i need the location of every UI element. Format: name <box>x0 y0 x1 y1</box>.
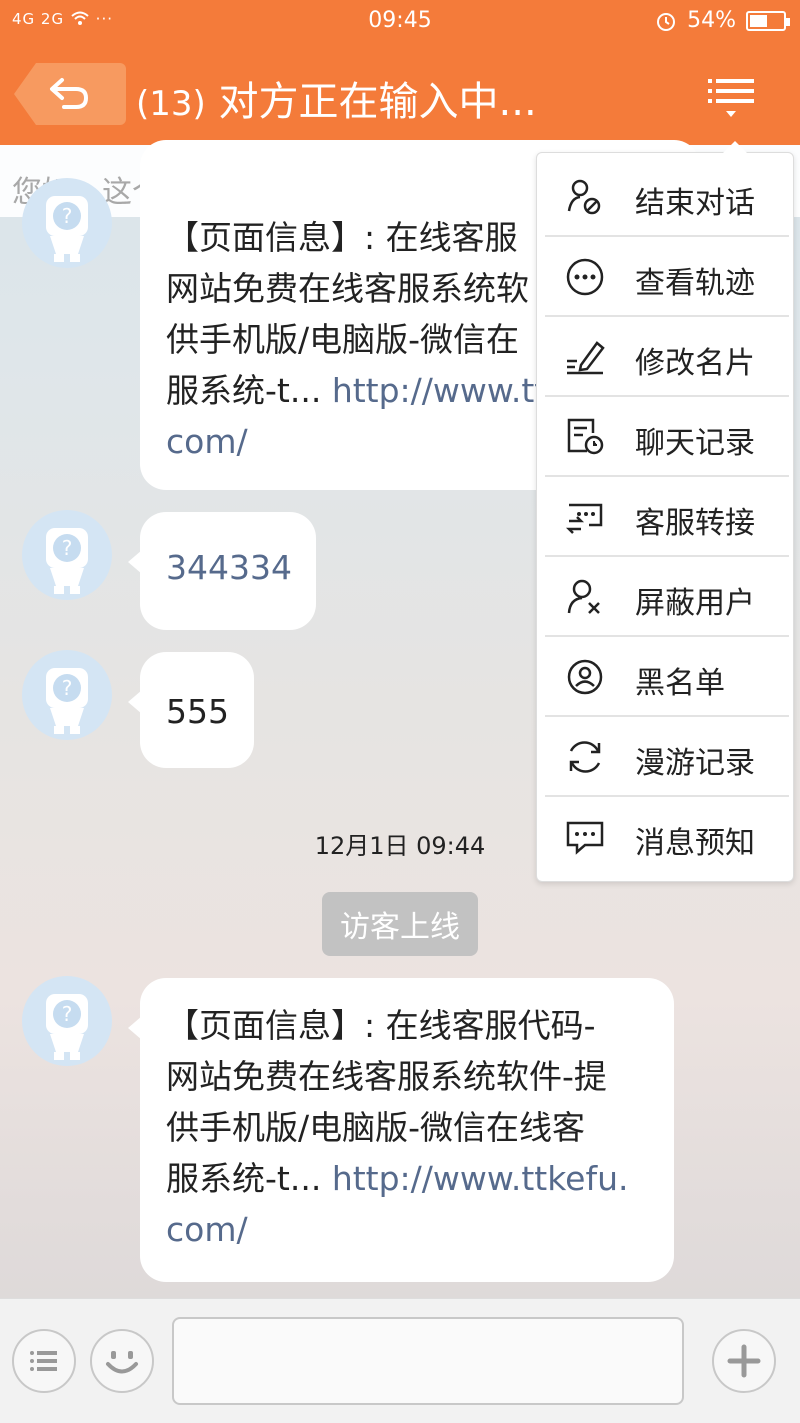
message-bubble: 555 <box>128 652 254 768</box>
menu-item-label: 修改名片 <box>635 346 755 381</box>
message-line: 服系统-t... http://www.ttkefu. <box>166 1159 629 1198</box>
message-text: 555 <box>166 692 229 731</box>
list-icon <box>30 1351 57 1371</box>
end-chat-icon <box>567 179 601 215</box>
action-menu: 结束对话 查看轨迹 修改名片 聊天记录 客服转接 屏蔽用户 黑名单 漫游记录 消… <box>536 141 794 882</box>
svg-text:?: ? <box>62 536 73 560</box>
menu-item-label: 屏蔽用户 <box>635 586 755 621</box>
message-link[interactable]: http://www.ttkefu. <box>332 1159 629 1198</box>
status-bar: 4G 2G ··· 09:45 54% <box>0 0 800 45</box>
menu-item-roaming[interactable]: 漫游记录 <box>545 717 789 797</box>
alarm-icon <box>657 12 676 31</box>
avatar: ? <box>22 650 112 740</box>
message-line: 网站免费在线客服系统软件-提 <box>166 1057 607 1096</box>
transfer-icon <box>565 503 603 534</box>
title-text: 对方正在输入中... <box>218 79 537 125</box>
message-link[interactable]: http://www.ttk <box>332 371 567 410</box>
visitor-avatar-icon: ? <box>46 668 88 734</box>
battery-percent: 54% <box>687 8 736 33</box>
visitor-avatar-icon: ? <box>46 528 88 594</box>
message-line: 【页面信息】: 在线客服代码- <box>166 1006 596 1045</box>
menu-item-end-chat[interactable]: 结束对话 <box>545 157 789 237</box>
block-user-icon <box>567 579 600 614</box>
visitor-avatar-icon: ? <box>46 196 88 262</box>
back-arrow-icon <box>50 78 89 109</box>
menu-item-track[interactable]: 查看轨迹 <box>545 237 789 317</box>
message-line: 供手机版/电脑版-微信在线客 <box>166 1108 586 1147</box>
menu-item-label: 黑名单 <box>635 666 725 701</box>
message-input[interactable] <box>172 1317 684 1405</box>
plus-icon <box>727 1344 761 1378</box>
chat-history-icon <box>567 418 604 455</box>
menu-item-transfer[interactable]: 客服转接 <box>545 477 789 557</box>
avatar: ? <box>22 510 112 600</box>
title-bar: (13) 对方正在输入中... <box>0 45 800 145</box>
visitor-avatar-icon: ? <box>46 994 88 1060</box>
svg-text:?: ? <box>62 676 73 700</box>
roaming-icon <box>569 741 601 773</box>
blacklist-icon <box>567 659 603 695</box>
menu-item-label: 结束对话 <box>635 186 755 221</box>
avatar: ? <box>22 178 112 268</box>
back-button[interactable] <box>14 63 126 125</box>
menu-item-blacklist[interactable]: 黑名单 <box>545 637 789 717</box>
menu-item-label: 客服转接 <box>635 506 755 541</box>
menu-icon <box>708 79 754 117</box>
emoji-button[interactable] <box>90 1329 154 1393</box>
message-preview-icon <box>566 821 604 855</box>
composer-bar <box>0 1298 800 1423</box>
smiley-icon <box>106 1351 138 1374</box>
menu-item-label: 查看轨迹 <box>635 266 755 301</box>
menu-item-label: 消息预知 <box>635 826 755 861</box>
avatar: ? <box>22 976 112 1066</box>
add-attachment-button[interactable] <box>712 1329 776 1393</box>
svg-text:?: ? <box>62 1002 73 1026</box>
message-bubble: 344334 <box>128 512 316 630</box>
edit-card-icon <box>567 341 605 375</box>
menu-button[interactable] <box>706 75 756 125</box>
track-icon <box>566 258 604 296</box>
menu-item-edit-card[interactable]: 修改名片 <box>545 317 789 397</box>
system-message: 访客上线 <box>322 892 478 956</box>
page-title: (13) 对方正在输入中... <box>136 69 537 127</box>
menu-item-label: 漫游记录 <box>635 746 755 781</box>
menu-item-label: 聊天记录 <box>635 426 755 461</box>
menu-item-message-preview[interactable]: 消息预知 <box>545 797 789 877</box>
message-text: 344334 <box>166 548 292 587</box>
quick-reply-button[interactable] <box>12 1329 76 1393</box>
status-right: 54% <box>655 8 790 33</box>
battery-icon <box>746 10 790 31</box>
menu-item-block-user[interactable]: 屏蔽用户 <box>545 557 789 637</box>
unread-count: (13) <box>136 84 206 124</box>
message-bubble: 【页面信息】: 在线客服代码- 网站免费在线客服系统软件-提 供手机版/电脑版-… <box>128 978 674 1282</box>
menu-item-chat-history[interactable]: 聊天记录 <box>545 397 789 477</box>
svg-text:?: ? <box>62 204 73 228</box>
message-link[interactable]: com/ <box>166 1204 674 1255</box>
